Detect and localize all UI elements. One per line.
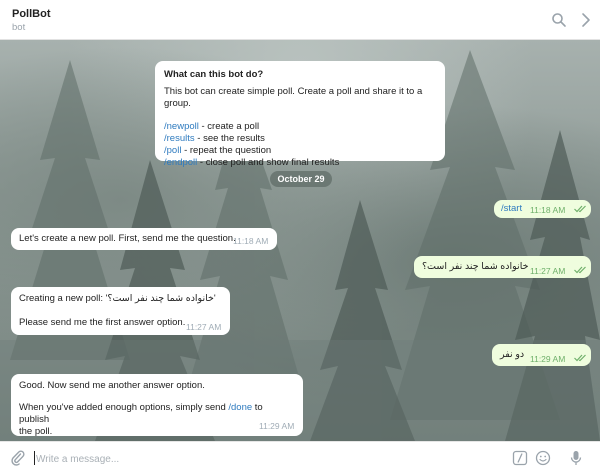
chat-title[interactable]: PollBot bbox=[12, 8, 51, 20]
command-row-poll: /poll - repeat the question bbox=[164, 145, 436, 157]
message-time: 11:18 AM bbox=[233, 236, 269, 246]
command-desc: - see the results bbox=[194, 133, 265, 144]
text-cursor bbox=[34, 451, 35, 465]
command-link-poll[interactable]: /poll bbox=[164, 145, 181, 156]
message-time: 11:29 AM bbox=[530, 354, 566, 364]
message-time: 11:18 AM bbox=[530, 205, 566, 215]
message-text: Creating a new poll: 'خانواده شما چند نف… bbox=[19, 293, 216, 304]
message-text: خانواده شما چند نفر است؟ bbox=[422, 261, 529, 272]
bot-intro-card: What can this bot do? This bot can creat… bbox=[155, 61, 445, 168]
command-row-endpoll: /endpoll - close poll and show final res… bbox=[164, 157, 436, 169]
command-row-results: /results - see the results bbox=[164, 133, 436, 145]
emoji-icon[interactable] bbox=[535, 450, 551, 466]
incoming-message[interactable]: Good. Now send me another answer option.… bbox=[11, 374, 303, 437]
command-desc: - repeat the question bbox=[181, 145, 272, 156]
chat-area[interactable]: What can this bot do? This bot can creat… bbox=[0, 40, 600, 441]
paperclip-icon[interactable] bbox=[10, 450, 26, 466]
chat-header: PollBot bot bbox=[0, 0, 600, 40]
message-text: Good. Now send me another answer option. bbox=[19, 380, 205, 391]
incoming-message[interactable]: Let's create a new poll. First, send me … bbox=[11, 228, 277, 250]
message-time: 11:29 AM bbox=[259, 421, 295, 431]
message-text: دو نفر bbox=[500, 349, 525, 360]
command-desc: - close poll and show final results bbox=[197, 157, 340, 168]
outgoing-message[interactable]: /start 11:18 AM bbox=[494, 200, 591, 218]
chevron-right-icon[interactable] bbox=[578, 12, 594, 28]
date-separator: October 29 bbox=[270, 171, 332, 187]
message-text: Let's create a new poll. First, send me … bbox=[19, 233, 236, 244]
message-time: 11:27 AM bbox=[530, 266, 566, 276]
search-icon[interactable] bbox=[551, 12, 567, 28]
double-check-icon bbox=[574, 266, 586, 274]
command-link-endpoll[interactable]: /endpoll bbox=[164, 157, 197, 168]
command-link-results[interactable]: /results bbox=[164, 133, 195, 144]
incoming-message[interactable]: Creating a new poll: 'خانواده شما چند نف… bbox=[11, 287, 230, 335]
chat-subtitle: bot bbox=[12, 22, 26, 33]
command-link-newpoll[interactable]: /newpoll bbox=[164, 121, 199, 132]
outgoing-message[interactable]: خانواده شما چند نفر است؟ 11:27 AM bbox=[414, 256, 591, 278]
intro-description: This bot can create simple poll. Create … bbox=[164, 86, 423, 109]
intro-heading: What can this bot do? bbox=[164, 69, 264, 80]
message-text: the poll. bbox=[19, 426, 53, 437]
double-check-icon bbox=[574, 354, 586, 362]
message-text-line: When you've added enough options, simply… bbox=[19, 402, 295, 426]
message-text: When you've added enough options, simply… bbox=[19, 402, 229, 413]
double-check-icon bbox=[574, 205, 586, 213]
message-composer bbox=[0, 441, 600, 473]
message-time: 11:27 AM bbox=[186, 322, 222, 332]
command-link-done[interactable]: /done bbox=[228, 402, 252, 413]
microphone-icon[interactable] bbox=[568, 450, 584, 466]
message-text[interactable]: /start bbox=[501, 203, 522, 214]
outgoing-message[interactable]: دو نفر 11:29 AM bbox=[492, 344, 591, 366]
command-desc: - create a poll bbox=[198, 121, 260, 132]
command-row-newpoll: /newpoll - create a poll bbox=[164, 121, 436, 133]
slash-command-icon[interactable] bbox=[512, 450, 528, 466]
message-input[interactable] bbox=[36, 451, 496, 467]
